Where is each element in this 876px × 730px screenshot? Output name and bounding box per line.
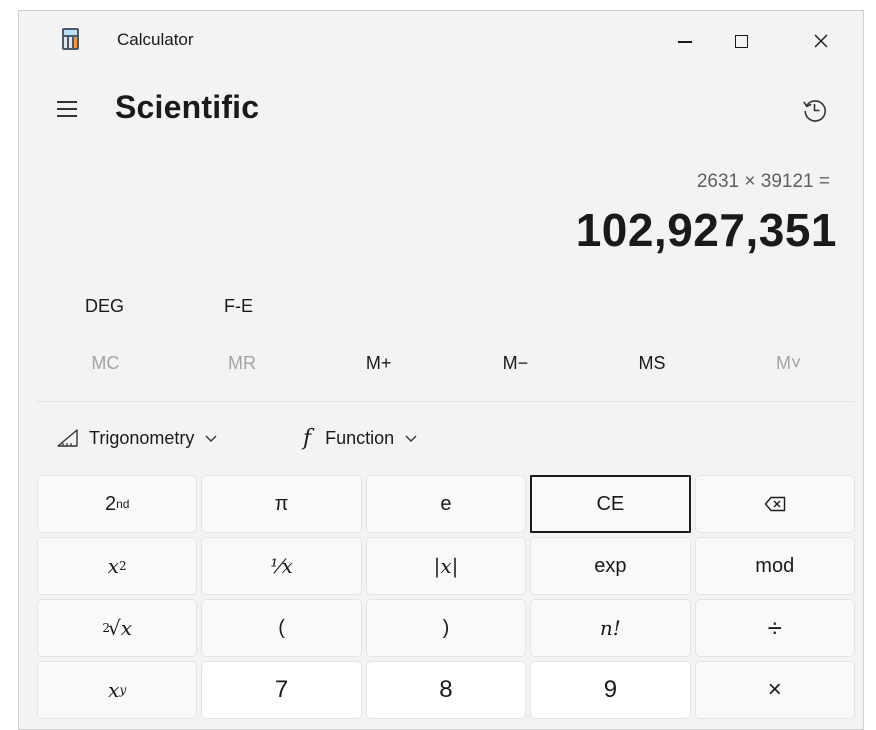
reciprocal-key[interactable]: ⅟x (201, 537, 362, 595)
minimize-icon (678, 41, 692, 43)
factorial-key[interactable]: n! (530, 599, 691, 657)
exp-key[interactable]: exp (530, 537, 691, 595)
square-root-key[interactable]: 2 √x (37, 599, 198, 657)
pi-key[interactable]: π (201, 475, 362, 533)
memory-list-button[interactable]: M˅ (720, 345, 857, 381)
trigonometry-dropdown[interactable]: Trigonometry (55, 421, 218, 455)
divider (37, 401, 855, 402)
calculator-window: Calculator Scientific 2631 × 39121 = 102… (18, 10, 864, 730)
memory-subtract-button[interactable]: M− (447, 345, 584, 381)
minimize-button[interactable] (655, 11, 715, 71)
modulo-key[interactable]: mod (694, 537, 855, 595)
chevron-down-icon (404, 433, 418, 443)
open-paren-key[interactable]: ( (201, 599, 362, 657)
power-key[interactable]: xy (37, 661, 198, 719)
digit-7-key[interactable]: 7 (201, 661, 362, 719)
title-bar: Calculator (19, 11, 863, 71)
multiply-key[interactable]: × (694, 661, 855, 719)
euler-key[interactable]: e (365, 475, 527, 533)
backspace-icon (764, 496, 785, 512)
triangle-ruler-icon (55, 427, 81, 449)
close-button[interactable] (791, 11, 851, 71)
history-button[interactable] (801, 96, 829, 124)
chevron-down-icon (204, 433, 218, 443)
fe-toggle-button[interactable]: F-E (218, 291, 259, 321)
memory-row: MC MR M+ M− MS M˅ (37, 345, 857, 381)
second-function-key[interactable]: 2nd (37, 475, 198, 533)
square-key[interactable]: x2 (37, 537, 198, 595)
digit-9-key[interactable]: 9 (530, 661, 691, 719)
memory-clear-button[interactable]: MC (37, 345, 174, 381)
memory-recall-button[interactable]: MR (174, 345, 311, 381)
memory-store-button[interactable]: MS (584, 345, 721, 381)
expression-display: 2631 × 39121 = (696, 171, 830, 192)
maximize-icon (734, 34, 748, 48)
function-f-icon: f (303, 425, 312, 451)
app-title: Calculator (117, 30, 194, 49)
absolute-value-key[interactable]: |x| (365, 537, 527, 595)
navigation-menu-button[interactable] (57, 101, 77, 117)
calculator-app-icon (62, 28, 79, 50)
history-icon (803, 100, 826, 122)
function-dropdown[interactable]: f Function (299, 421, 418, 455)
digit-8-key[interactable]: 8 (365, 661, 527, 719)
trigonometry-label: Trigonometry (89, 427, 195, 448)
close-paren-key[interactable]: ) (365, 599, 527, 657)
divide-key[interactable]: ÷ (694, 599, 855, 657)
angle-mode-button[interactable]: DEG (79, 291, 130, 321)
function-label: Function (325, 427, 395, 448)
maximize-button[interactable] (711, 11, 771, 71)
memory-add-button[interactable]: M+ (310, 345, 447, 381)
backspace-key[interactable] (694, 475, 855, 533)
function-row: Trigonometry f Function (19, 421, 863, 455)
header: Scientific (19, 87, 863, 133)
mode-title: Scientific (115, 89, 260, 125)
result-display: 102,927,351 (575, 204, 837, 256)
close-icon (814, 34, 828, 48)
keypad: 2nd π e CE x2 ⅟x |x| exp mod 2 √x () n!… (37, 475, 859, 719)
clear-entry-key[interactable]: CE (530, 475, 691, 533)
